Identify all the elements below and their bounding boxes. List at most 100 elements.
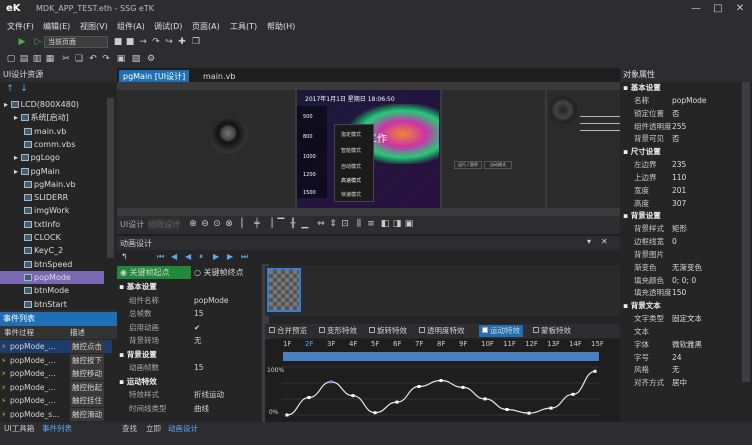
close-button[interactable]: ✕ (732, 2, 748, 16)
tree-item[interactable]: txtInfo (0, 218, 60, 231)
zoom-reset-icon[interactable]: ⊗ (223, 218, 235, 230)
collapse-icon[interactable]: ▪ (623, 211, 631, 220)
motion-curve[interactable] (286, 370, 596, 416)
open-icon[interactable]: ▤ (18, 53, 30, 65)
menu-tools[interactable]: 工具(T) (230, 21, 257, 32)
motion-curve-graph[interactable] (281, 365, 601, 417)
prop-value[interactable]: 110 (672, 172, 686, 184)
anim-next-icon[interactable]: ▶ (227, 252, 233, 261)
curve-point[interactable] (285, 413, 289, 417)
tree-item[interactable]: pgMain.vb (0, 178, 76, 191)
frame-label[interactable]: 7F (415, 340, 423, 348)
step-into-icon[interactable]: → (137, 36, 149, 48)
prop-row[interactable]: 锁定位置否 (620, 108, 742, 120)
anim-prop-row[interactable]: 背景转场 无 (117, 335, 262, 347)
collapse-icon[interactable]: ▪ (623, 147, 631, 156)
copy-icon[interactable]: ❏ (73, 53, 85, 65)
curve-point[interactable] (505, 407, 509, 411)
prop-row[interactable]: 渐变色 无渐变色 (620, 262, 742, 274)
align-middle-icon[interactable]: ╫ (287, 218, 299, 230)
effect-tab-mask[interactable]: 蒙板特效 (533, 325, 571, 337)
screen-left[interactable] (117, 90, 295, 208)
frame-label[interactable]: 11F (503, 340, 516, 348)
anim-first-icon[interactable]: ⏮ (157, 252, 164, 262)
prop-row[interactable]: 宽度 201 (620, 185, 742, 197)
same-height-icon[interactable]: ⇕ (327, 218, 339, 230)
frame-label[interactable]: 10F (481, 340, 494, 348)
deploy-icon[interactable]: ▧ (130, 53, 142, 65)
arrow-up-icon[interactable]: ↑ (4, 83, 16, 95)
save-all-icon[interactable]: ▦ (44, 53, 56, 65)
curve-point[interactable] (571, 392, 575, 396)
tab-event-list[interactable]: 事件列表 (42, 423, 72, 434)
effect-tab-transform[interactable]: 变形特效 (319, 325, 357, 337)
prop-row[interactable]: 高度 307 (620, 198, 742, 210)
prop-section-header[interactable]: ▪ 基本设置 (620, 82, 742, 94)
page-combo[interactable]: 当前页面 (44, 36, 108, 48)
tree-item[interactable]: imgWork (0, 204, 69, 217)
watch-icon[interactable]: ❐ (190, 36, 202, 48)
anim-section-header[interactable]: ▪ 运动特效 (117, 376, 262, 388)
frame-label[interactable]: 12F (525, 340, 538, 348)
frame-label[interactable]: 2F (305, 340, 313, 348)
effect-tab-motion[interactable]: 运动特效 (479, 325, 523, 337)
prop-row[interactable]: 字号 24 (620, 352, 742, 364)
effect-tab-opacity[interactable]: 透明度特效 (419, 325, 465, 337)
prop-section-header[interactable]: ▪ 背景设置 (620, 210, 742, 222)
tree-item[interactable]: ▸ pgMain (0, 165, 60, 178)
anim-add-icon[interactable]: ↰ (121, 252, 128, 261)
prop-value[interactable]: 居中 (672, 377, 687, 389)
redo-icon[interactable]: ↷ (100, 53, 112, 65)
curve-point[interactable] (527, 411, 531, 415)
tab-find[interactable]: 查找 (122, 423, 137, 434)
anim-section-header[interactable]: ▪ 背景设置 (117, 349, 262, 361)
curve-point[interactable] (329, 380, 333, 384)
align-left-icon[interactable]: ▏ (239, 218, 251, 230)
design-canvas[interactable]: 2017年1月1日 星期日 18:06:50 500 800 1000 1200… (117, 82, 622, 216)
settings-icon[interactable]: ⚙ (145, 53, 157, 65)
prop-value[interactable]: 0; 0; 0 (672, 275, 696, 287)
tree-item[interactable]: CLOCK (0, 231, 61, 244)
anim-prop-row[interactable]: 时间线类型 曲线 (117, 403, 262, 415)
keyframe-start-toggle[interactable]: ◉ 关键帧起点 (117, 266, 191, 279)
anim-prop-row[interactable]: 组件名称 popMode (117, 295, 262, 307)
prop-value[interactable]: 0 (672, 236, 677, 248)
tree-item[interactable]: ▸ LCD(800X480) (0, 98, 79, 111)
curve-point[interactable] (593, 369, 597, 373)
send-back-icon[interactable]: ◨ (391, 218, 403, 230)
step-out-icon[interactable]: ↪ (163, 36, 175, 48)
effect-tab-merge[interactable]: 合并预览 (269, 325, 307, 337)
tree-item[interactable]: comm.vbs (0, 138, 75, 151)
anim-prop-row[interactable]: 总帧数 15 (117, 308, 262, 320)
tab-motion-design[interactable]: 动效设计 (148, 219, 180, 230)
tree-item[interactable]: btnSpeed (0, 258, 72, 271)
curve-point[interactable] (439, 379, 443, 382)
distribute-v-icon[interactable]: ≡ (365, 218, 377, 230)
run-icon[interactable]: ▶ (16, 36, 28, 48)
stop-icon[interactable]: ■ (124, 36, 136, 48)
curve-point[interactable] (395, 400, 399, 404)
screen-far-right[interactable] (547, 90, 622, 208)
align-top-icon[interactable]: ▔ (275, 218, 287, 230)
curve-point[interactable] (373, 411, 377, 415)
new-icon[interactable]: ▢ (5, 53, 17, 65)
same-size-icon[interactable]: ⊡ (339, 218, 351, 230)
prop-row[interactable]: 名称 popMode (620, 95, 742, 107)
collapse-icon[interactable]: ▪ (623, 83, 631, 92)
prop-value[interactable]: 微软雅黑 (672, 339, 702, 351)
knob-widget[interactable] (211, 118, 249, 156)
frame-label[interactable]: 14F (569, 340, 582, 348)
anim-prop-row[interactable]: 动画帧数 15 (117, 362, 262, 374)
event-row[interactable]: ⚡ popMode_... 触控按下 (0, 353, 112, 367)
prop-value[interactable]: 无渐变色 (672, 262, 702, 274)
zoom-out-icon[interactable]: ⊖ (199, 218, 211, 230)
anim-prev-icon[interactable]: ◀ (171, 252, 177, 261)
tree-item[interactable]: KeyC_2 (0, 244, 63, 257)
event-row[interactable]: ⚡ popMode_... 触控点击 (0, 340, 112, 353)
tab-immediate[interactable]: 立即 (146, 423, 161, 434)
collapse-icon[interactable]: ▪ (119, 350, 127, 359)
tree-item[interactable]: popMode (0, 270, 104, 284)
cut-icon[interactable]: ✂ (60, 53, 72, 65)
anim-last-icon[interactable]: ⏭ (241, 252, 248, 262)
collapse-icon[interactable]: ▪ (119, 377, 127, 386)
